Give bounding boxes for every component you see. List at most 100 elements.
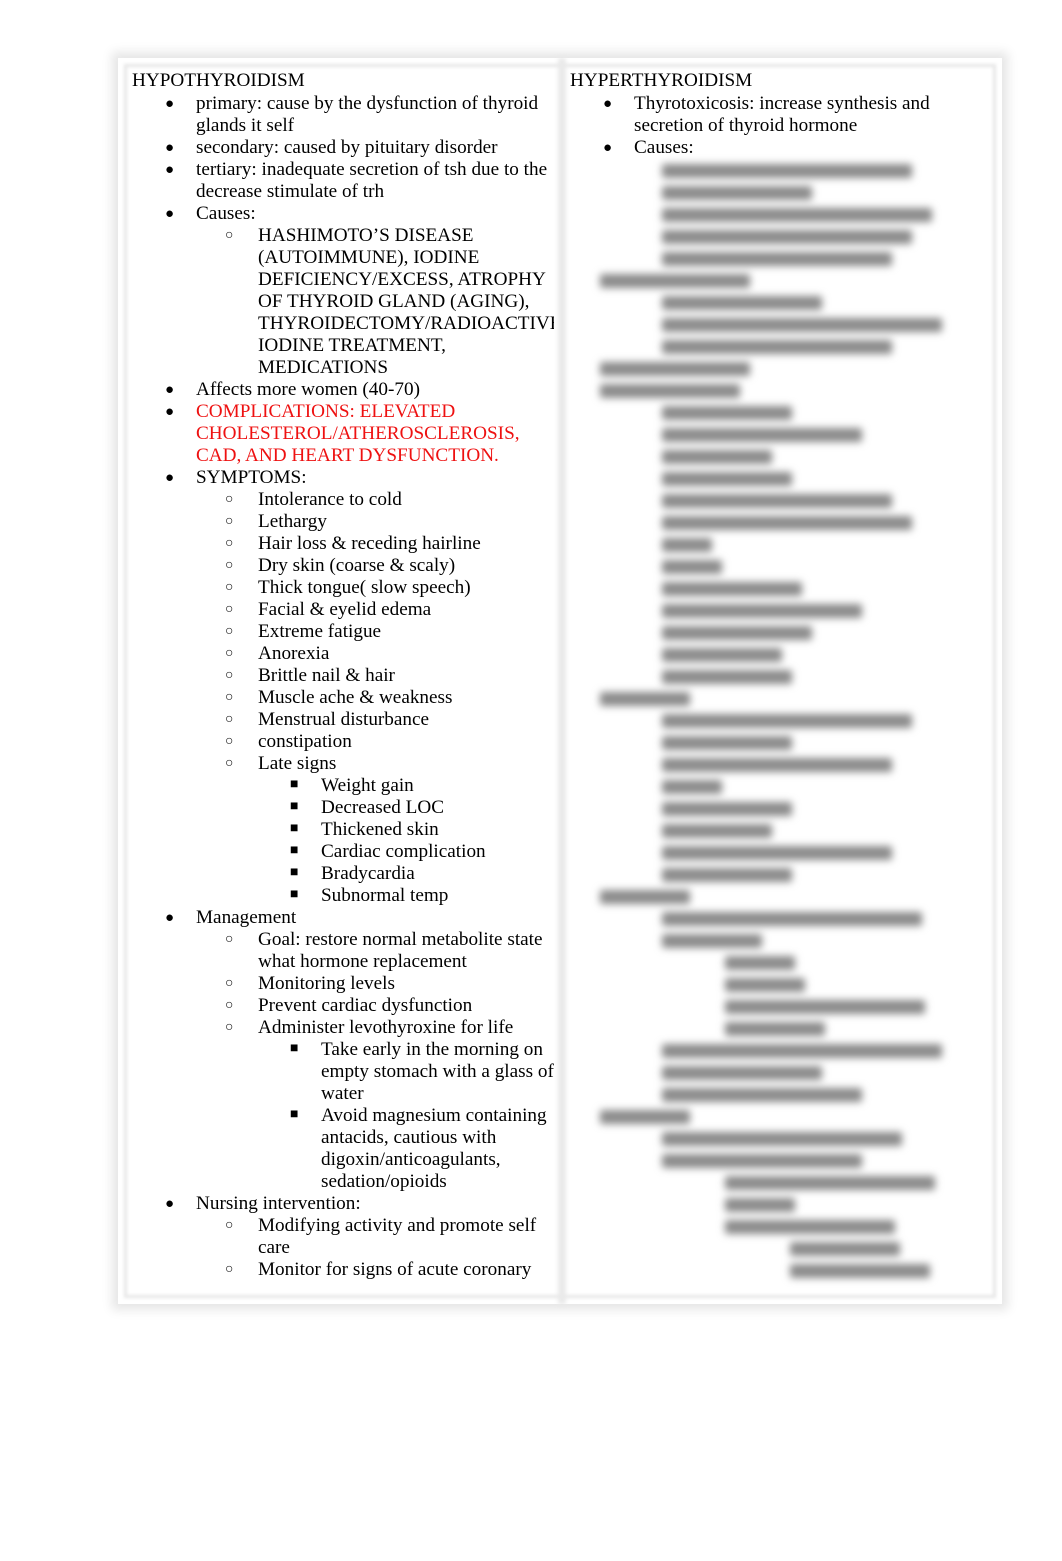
redacted-text-bar [662, 1131, 902, 1146]
blurred-line [570, 1083, 990, 1105]
list-item-text: Subnormal temp [321, 885, 449, 906]
redacted-text-bar [662, 625, 812, 640]
hypothyroidism-column: HYPOTHYROIDISM ● primary: cause by the dy… [132, 70, 554, 1288]
bullet-square-icon: ■ [290, 821, 299, 836]
bullet-circle-icon: ○ [225, 228, 234, 243]
blurred-line [570, 709, 990, 731]
bullet-circle-icon: ○ [225, 1262, 234, 1277]
blurred-line [570, 973, 990, 995]
redacted-text-bar [662, 735, 792, 750]
blurred-line [570, 819, 990, 841]
list-item-text: Thick tongue( slow speech) [258, 577, 471, 598]
list-item-text: Facial & eyelid edema [258, 599, 432, 620]
redacted-text-bar [662, 317, 942, 332]
redacted-text-bar [790, 1263, 930, 1278]
blurred-line [570, 1061, 990, 1083]
list-item: ○ Hair loss & receding hairline [196, 533, 554, 555]
bullet-disc-icon: ● [165, 1196, 175, 1212]
bullet-square-icon: ■ [290, 799, 299, 814]
blurred-line [570, 423, 990, 445]
redacted-text-bar [725, 999, 925, 1014]
blurred-line [570, 775, 990, 797]
bullet-disc-icon: ● [165, 470, 175, 486]
list-item: ○ Monitoring levels [196, 973, 554, 995]
sub-list: ○ HASHIMOTO’S DISEASE (AUTOIMMUNE), IODIN… [196, 225, 554, 379]
list-item: ○ Dry skin (coarse & scaly) [196, 555, 554, 577]
bullet-circle-icon: ○ [225, 932, 234, 947]
list-item: ● Nursing intervention: ○ Modifying activit… [132, 1193, 554, 1281]
list-item-text: Monitoring levels [258, 973, 395, 994]
bullet-circle-icon: ○ [225, 558, 234, 573]
blurred-line [570, 181, 990, 203]
hyperthyroidism-title: HYPERTHYROIDISM [570, 70, 753, 91]
blurred-line [570, 885, 990, 907]
redacted-text-bar [662, 779, 722, 794]
list-item: ○ Monitor for signs of acute coronary [196, 1259, 554, 1281]
redacted-text-bar [600, 691, 690, 706]
redacted-text-bar [662, 1087, 862, 1102]
redacted-text-bar [725, 977, 805, 992]
list-item: ○ Muscle ache & weakness [196, 687, 554, 709]
redacted-text-bar [662, 449, 772, 464]
list-item: ■ Weight gain [258, 775, 554, 797]
list-item-text: Anorexia [258, 643, 330, 664]
list-item: ■ Take early in the morning on empty stom… [258, 1039, 554, 1105]
bullet-circle-icon: ○ [225, 976, 234, 991]
column-divider [558, 58, 566, 1304]
bullet-square-icon: ■ [290, 1107, 299, 1122]
blurred-line [570, 401, 990, 423]
redacted-text-bar [662, 911, 922, 926]
blurred-line [570, 269, 990, 291]
list-item: ○ Thick tongue( slow speech) [196, 577, 554, 599]
blurred-content [570, 159, 990, 1281]
list-item-text: Intolerance to cold [258, 489, 402, 510]
redacted-text-bar [662, 515, 912, 530]
blurred-line [570, 1105, 990, 1127]
bullet-circle-icon: ○ [225, 668, 234, 683]
bullet-circle-icon: ○ [225, 1218, 234, 1233]
bullet-circle-icon: ○ [225, 690, 234, 705]
list-item: ○ Brittle nail & hair [196, 665, 554, 687]
redacted-text-bar [662, 559, 722, 574]
redacted-text-bar [662, 471, 792, 486]
blurred-line [570, 247, 990, 269]
redacted-text-bar [662, 1043, 942, 1058]
bullet-circle-icon: ○ [225, 998, 234, 1013]
redacted-text-bar [662, 427, 862, 442]
redacted-text-bar [662, 339, 892, 354]
list-item-text: Late signs [258, 753, 337, 774]
list-item-text: tertiary: inadequate secretion of tsh du… [196, 159, 548, 202]
blurred-line [570, 687, 990, 709]
list-item-text: Decreased LOC [321, 797, 445, 818]
list-item-text: SYMPTOMS: [196, 467, 307, 488]
list-item: ○ Anorexia [196, 643, 554, 665]
blurred-line [570, 1039, 990, 1061]
blurred-line [570, 665, 990, 687]
blurred-line [570, 841, 990, 863]
list-item-text: Brittle nail & hair [258, 665, 395, 686]
redacted-text-bar [662, 207, 932, 222]
bullet-disc-icon: ● [165, 910, 175, 926]
list-item: ● Affects more women (40-70) [132, 379, 554, 401]
list-item-text: Bradycardia [321, 863, 415, 884]
list-item: ○ constipation [196, 731, 554, 753]
redacted-text-bar [662, 823, 772, 838]
list-item-text: Muscle ache & weakness [258, 687, 453, 708]
blurred-line [570, 643, 990, 665]
redacted-text-bar [662, 537, 712, 552]
redacted-text-bar [725, 1219, 895, 1234]
list-item-text: Avoid magnesium containing antacids, cau… [321, 1105, 547, 1192]
redacted-text-bar [662, 1065, 822, 1080]
blurred-line [570, 731, 990, 753]
blurred-line [570, 335, 990, 357]
list-item: ■ Subnormal temp [258, 885, 554, 907]
redacted-text-bar [662, 229, 912, 244]
list-item-text: Lethargy [258, 511, 327, 532]
redacted-text-bar [600, 889, 690, 904]
blurred-line [570, 1017, 990, 1039]
sub-list: ■ Weight gain ■ Decreased LOC ■ Thickened ski… [258, 775, 554, 907]
redacted-text-bar [662, 867, 792, 882]
list-item: ○ Administer levothyroxine for life ■ Take … [196, 1017, 554, 1193]
redacted-text-bar [725, 1175, 935, 1190]
blurred-line [570, 445, 990, 467]
